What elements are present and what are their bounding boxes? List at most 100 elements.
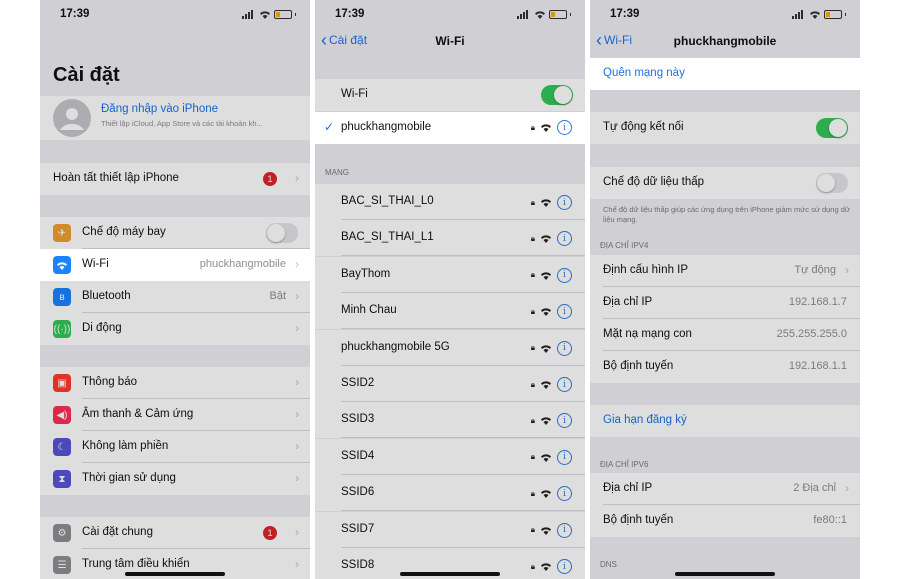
notifications-row[interactable]: ▣ Thông báo › bbox=[40, 367, 310, 399]
ip-address-label: Địa chỉ IP bbox=[603, 296, 653, 308]
network-icons: 🔒︎ i bbox=[531, 195, 572, 210]
wifi-row[interactable]: Wi-Fi phuckhangmobile › bbox=[40, 249, 310, 281]
bluetooth-value: Bật bbox=[269, 290, 286, 302]
auto-join-toggle[interactable] bbox=[816, 118, 848, 138]
general-row[interactable]: ⚙ Cài đặt chung 1 › bbox=[40, 517, 310, 549]
airplane-mode-toggle[interactable] bbox=[266, 223, 298, 243]
network-row[interactable]: BayThom 🔒︎ i bbox=[315, 256, 585, 293]
network-row[interactable]: SSID6 🔒︎ i bbox=[315, 475, 585, 512]
status-bar: 17:39 bbox=[40, 0, 310, 30]
network-name: phuckhangmobile 5G bbox=[341, 340, 450, 353]
nav-title: Wi-Fi bbox=[435, 34, 465, 48]
profile-row[interactable]: Đăng nhập vào iPhone Thiết lập iCloud, A… bbox=[40, 96, 310, 140]
network-row[interactable]: SSID7 🔒︎ i bbox=[315, 511, 585, 548]
info-icon[interactable]: i bbox=[557, 267, 572, 283]
chevron-right-icon: › bbox=[295, 407, 299, 421]
status-icons bbox=[791, 10, 846, 19]
forget-network-row[interactable]: Quên mạng này bbox=[590, 58, 860, 90]
info-icon[interactable]: i bbox=[557, 304, 572, 320]
network-icons: 🔒︎ i bbox=[531, 377, 572, 392]
info-icon[interactable]: i bbox=[557, 449, 572, 465]
network-row[interactable]: phuckhangmobile 5G 🔒︎ i bbox=[315, 329, 585, 366]
network-icons: 🔒︎ i bbox=[531, 449, 572, 465]
do-not-disturb-row[interactable]: ☾ Không làm phiền › bbox=[40, 431, 310, 463]
network-row[interactable]: BAC_SI_THAI_L1 🔒︎ i bbox=[315, 220, 585, 257]
info-icon[interactable]: i bbox=[557, 559, 572, 574]
wifi-signal-icon bbox=[541, 272, 551, 280]
sound-icon: ◀) bbox=[53, 406, 71, 424]
home-indicator[interactable] bbox=[675, 572, 775, 576]
network-icons: 🔒︎ i bbox=[530, 304, 572, 320]
chevron-right-icon: › bbox=[845, 263, 849, 277]
status-time: 17:39 bbox=[610, 8, 640, 20]
info-icon[interactable]: i bbox=[557, 231, 572, 247]
wifi-toggle[interactable] bbox=[541, 85, 573, 105]
wifi-toggle-label: Wi-Fi bbox=[341, 88, 368, 100]
subnet-mask-label: Mặt nạ mạng con bbox=[603, 328, 692, 340]
control-center-icon: ☰ bbox=[53, 556, 71, 574]
info-icon[interactable]: i bbox=[557, 377, 572, 392]
cellular-row[interactable]: ((·)) Di động › bbox=[40, 313, 310, 345]
avatar-icon bbox=[53, 99, 91, 137]
lock-icon: 🔒︎ bbox=[530, 122, 535, 132]
network-row[interactable]: SSID2 🔒︎ i bbox=[315, 366, 585, 402]
lock-icon: 🔒︎ bbox=[530, 306, 535, 316]
settings-screen: 17:39 Cài đặt Đăng nhập vào iPhone Thiết… bbox=[40, 0, 310, 579]
chevron-right-icon: › bbox=[295, 525, 299, 539]
lock-icon: 🔒︎ bbox=[530, 379, 535, 389]
info-icon[interactable]: i bbox=[557, 195, 572, 210]
low-data-toggle[interactable] bbox=[816, 173, 848, 193]
router-label: Bộ định tuyến bbox=[603, 360, 674, 372]
hourglass-icon: ⧗ bbox=[53, 470, 71, 488]
info-icon[interactable]: i bbox=[557, 120, 572, 135]
airplane-mode-label: Chế độ máy bay bbox=[82, 226, 166, 238]
renew-lease-row[interactable]: Gia hạn đăng ký bbox=[590, 405, 860, 437]
lock-icon: 🔒︎ bbox=[530, 343, 535, 353]
finish-setup-label: Hoàn tất thiết lập iPhone bbox=[53, 172, 179, 184]
low-data-row: Chế độ dữ liệu thấp bbox=[590, 167, 860, 199]
subnet-mask-row: Mặt nạ mạng con 255.255.255.0 bbox=[590, 319, 860, 351]
sounds-row[interactable]: ◀) Âm thanh & Cảm ứng › bbox=[40, 399, 310, 431]
screen-time-row[interactable]: ⧗ Thời gian sử dụng › bbox=[40, 463, 310, 495]
network-row[interactable]: SSID4 🔒︎ i bbox=[315, 438, 585, 475]
network-row[interactable]: Minh Chau 🔒︎ i bbox=[315, 293, 585, 330]
network-icons: 🔒︎ i bbox=[531, 486, 572, 502]
low-data-label: Chế độ dữ liệu thấp bbox=[603, 176, 705, 188]
network-icons: 🔒︎ i bbox=[531, 522, 572, 538]
general-label: Cài đặt chung bbox=[82, 526, 153, 538]
auto-join-label: Tự động kết nối bbox=[603, 121, 684, 133]
finish-setup-row[interactable]: Hoàn tất thiết lập iPhone 1 › bbox=[40, 163, 310, 195]
ipv6-router-label: Bộ định tuyến bbox=[603, 514, 674, 526]
auto-join-row: Tự động kết nối bbox=[590, 112, 860, 144]
notifications-label: Thông báo bbox=[82, 376, 137, 388]
ip-address-value: 192.168.1.7 bbox=[788, 296, 847, 308]
network-row[interactable]: BAC_SI_THAI_L0 🔒︎ i bbox=[315, 184, 585, 220]
checkmark-icon: ✓ bbox=[324, 120, 335, 134]
home-indicator[interactable] bbox=[400, 572, 500, 576]
cellular-label: Di động bbox=[82, 322, 122, 334]
airplane-mode-row[interactable]: ✈ Chế độ máy bay bbox=[40, 217, 310, 249]
bluetooth-row[interactable]: ʙ Bluetooth Bật › bbox=[40, 281, 310, 313]
ipv6-address-row[interactable]: Địa chỉ IP 2 Địa chỉ › bbox=[590, 473, 860, 505]
bluetooth-label: Bluetooth bbox=[82, 290, 131, 302]
forget-network-button[interactable]: Quên mạng này bbox=[603, 67, 685, 79]
home-indicator[interactable] bbox=[125, 572, 225, 576]
ipv6-router-row: Bộ định tuyến fe80::1 bbox=[590, 505, 860, 537]
wifi-signal-icon bbox=[541, 381, 551, 389]
info-icon[interactable]: i bbox=[557, 413, 572, 429]
profile-subtitle: Thiết lập iCloud, App Store và các tài k… bbox=[101, 119, 263, 128]
cellular-icon: ((·)) bbox=[53, 320, 71, 338]
renew-lease-button[interactable]: Gia hạn đăng ký bbox=[603, 414, 687, 426]
wifi-screen: 17:39 ‹ Cài đặt Wi-Fi Wi-Fi ✓ phuckhangmo… bbox=[315, 0, 585, 579]
info-icon[interactable]: i bbox=[557, 522, 572, 538]
info-icon[interactable]: i bbox=[557, 486, 572, 502]
wifi-signal-icon bbox=[541, 124, 551, 132]
network-name: SSID6 bbox=[341, 486, 375, 499]
network-row[interactable]: SSID3 🔒︎ i bbox=[315, 402, 585, 439]
network-name: Minh Chau bbox=[341, 304, 397, 317]
dns-header: DNS bbox=[600, 560, 617, 569]
info-icon[interactable]: i bbox=[557, 340, 572, 356]
configure-ip-row[interactable]: Định cấu hình IP Tự động › bbox=[590, 255, 860, 287]
ipv6-address-label: Địa chỉ IP bbox=[603, 482, 653, 494]
connected-network-row[interactable]: ✓ phuckhangmobile 🔒︎ i bbox=[315, 112, 585, 144]
